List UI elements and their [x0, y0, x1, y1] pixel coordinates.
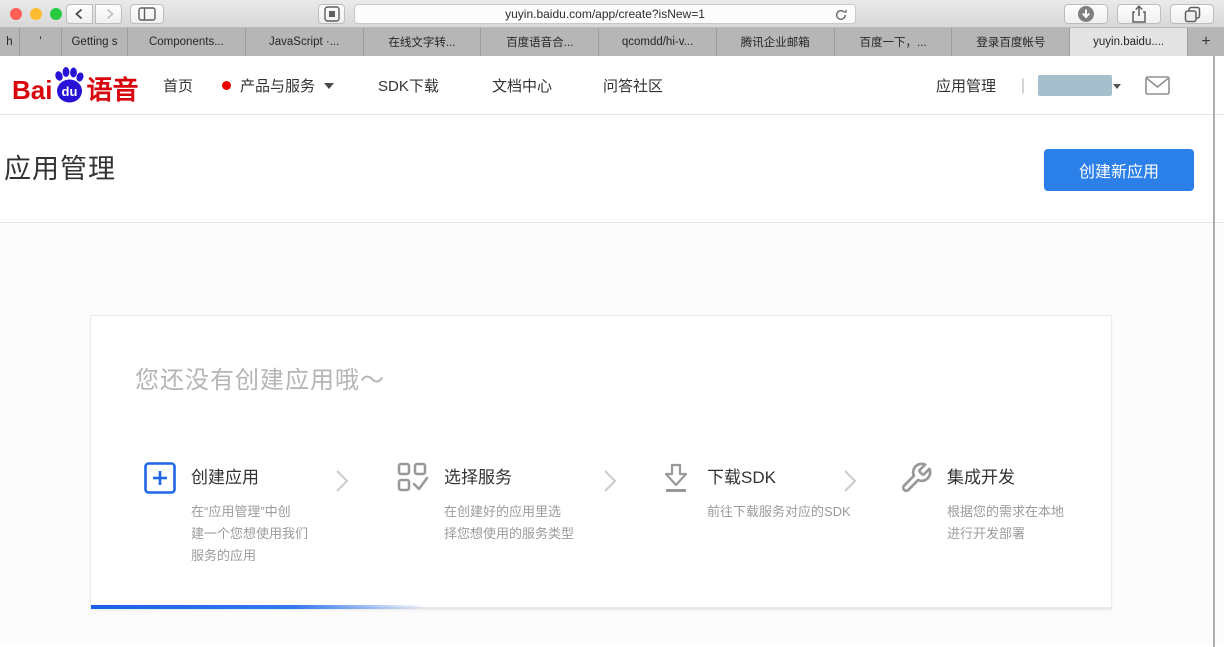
window-controls: [10, 8, 62, 20]
logo-text-bai: Bai: [12, 75, 53, 105]
tab-3[interactable]: Components...: [128, 28, 246, 56]
empty-state-message: 您还没有创建应用哦～: [135, 367, 385, 394]
tab-5[interactable]: 在线文字转...: [363, 28, 482, 56]
nav-doc-center[interactable]: 文档中心: [492, 56, 552, 115]
back-icon: [74, 8, 82, 20]
tab-0[interactable]: h: [0, 28, 20, 56]
plus-square-icon: [143, 461, 177, 567]
baidu-voice-logo[interactable]: Bai du 语音: [12, 65, 138, 110]
step-integrate-develop: 集成开发 根据您的需求在本地 进行开发部署: [899, 461, 1064, 545]
baidu-paw-icon: du: [50, 65, 88, 110]
svg-text:du: du: [62, 84, 78, 99]
forward-button[interactable]: [95, 4, 122, 24]
account-badge[interactable]: [1038, 75, 1112, 96]
step-desc-line: 建一个您想使用我们: [191, 526, 309, 541]
share-icon: [1132, 5, 1146, 23]
page-content: 您还没有创建应用哦～ 创建应用 在“应用管理”中创 建一个您想使用我们 服务的应…: [0, 223, 1224, 646]
history-nav-group: [66, 4, 122, 24]
fullscreen-window-button[interactable]: [50, 8, 62, 20]
new-tab-button[interactable]: +: [1188, 28, 1224, 56]
tab-active-yuyin[interactable]: yuyin.baidu....: [1070, 28, 1189, 56]
wrench-icon: [899, 461, 933, 545]
page-title: 应用管理: [4, 154, 116, 184]
extension-icon: [323, 6, 340, 22]
chevron-down-icon: [324, 82, 335, 89]
step-title: 创建应用: [191, 468, 259, 487]
share-button[interactable]: [1117, 4, 1161, 24]
address-bar[interactable]: yuyin.baidu.com/app/create?isNew=1: [354, 4, 856, 24]
download-icon: [659, 461, 693, 523]
step-desc-line: 进行开发部署: [947, 526, 1026, 541]
sidebar-icon: [138, 7, 156, 21]
notification-dot-icon: [222, 81, 231, 90]
nav-qa-community[interactable]: 问答社区: [603, 56, 663, 115]
tab-overview-icon: [1184, 6, 1200, 22]
close-window-button[interactable]: [10, 8, 22, 20]
progress-bar: [91, 605, 1111, 609]
step-desc-line: 根据您的需求在本地: [947, 504, 1065, 519]
mail-icon: [1145, 76, 1170, 95]
downloads-icon: [1078, 6, 1094, 22]
step-select-service: 选择服务 在创建好的应用里选 择您想使用的服务类型: [396, 461, 574, 545]
chevron-right-icon: [837, 468, 863, 499]
nav-home[interactable]: 首页: [163, 56, 193, 115]
tab-overview-button[interactable]: [1170, 4, 1214, 24]
toolbar-right-group: [1064, 4, 1214, 24]
nav-sdk-download[interactable]: SDK下载: [378, 56, 439, 115]
tab-8[interactable]: 腾讯企业邮箱: [716, 28, 835, 56]
empty-state-card: 您还没有创建应用哦～ 创建应用 在“应用管理”中创 建一个您想使用我们 服务的应…: [90, 315, 1112, 610]
url-text: yuyin.baidu.com/app/create?isNew=1: [505, 7, 705, 21]
chevron-right-icon: [329, 468, 355, 499]
tab-9[interactable]: 百度一下，...: [834, 28, 953, 56]
tab-6[interactable]: 百度语音合...: [481, 28, 600, 56]
tab-10[interactable]: 登录百度帐号: [952, 28, 1071, 56]
step-desc-line: 前往下载服务对应的SDK: [707, 504, 851, 519]
step-title: 选择服务: [444, 468, 512, 487]
step-title: 下载SDK: [707, 468, 776, 487]
tab-bar: h ' Getting s Components... JavaScript ·…: [0, 28, 1224, 56]
step-desc-line: 在“应用管理”中创: [191, 504, 291, 519]
nav-products[interactable]: 产品与服务: [222, 56, 335, 115]
mail-button[interactable]: [1145, 76, 1170, 100]
tab-1[interactable]: ': [20, 28, 62, 56]
create-app-button[interactable]: 创建新应用: [1044, 149, 1194, 191]
tab-7[interactable]: qcomdd/hi-v...: [599, 28, 717, 56]
browser-toolbar: yuyin.baidu.com/app/create?isNew=1: [0, 0, 1224, 28]
minimize-window-button[interactable]: [30, 8, 42, 20]
tab-2[interactable]: Getting s: [62, 28, 128, 56]
step-desc-line: 服务的应用: [191, 548, 257, 563]
step-title: 集成开发: [947, 468, 1015, 487]
account-chevron-down-icon[interactable]: [1113, 84, 1121, 89]
nav-app-manage[interactable]: 应用管理: [936, 56, 996, 115]
site-header: Bai du 语音 首页 产品与服务 SDK下载 文档中心 问答社区 应用管理: [0, 56, 1224, 115]
nav-products-label: 产品与服务: [240, 78, 316, 95]
logo-text-product: 语音: [86, 75, 139, 105]
back-button[interactable]: [66, 4, 93, 24]
safari-window: yuyin.baidu.com/app/create?isNew=1 h ' G…: [0, 0, 1224, 647]
reload-icon: [836, 9, 847, 20]
tab-4[interactable]: JavaScript ·...: [245, 28, 364, 56]
services-grid-icon: [396, 461, 430, 545]
forward-icon: [106, 8, 114, 20]
downloads-button[interactable]: [1064, 4, 1108, 24]
reload-button[interactable]: [834, 8, 848, 27]
header-divider: |: [1020, 77, 1025, 94]
extension-button[interactable]: [318, 4, 345, 24]
page-title-bar: 应用管理 创建新应用: [0, 115, 1224, 223]
step-create-app: 创建应用 在“应用管理”中创 建一个您想使用我们 服务的应用: [143, 461, 308, 567]
step-download-sdk: 下载SDK 前往下载服务对应的SDK: [659, 461, 851, 523]
step-desc-line: 在创建好的应用里选: [444, 504, 562, 519]
step-desc-line: 择您想使用的服务类型: [444, 526, 575, 541]
chevron-right-icon: [597, 468, 623, 499]
scrollbar[interactable]: [1213, 56, 1215, 647]
sidebar-toggle-button[interactable]: [130, 4, 164, 24]
